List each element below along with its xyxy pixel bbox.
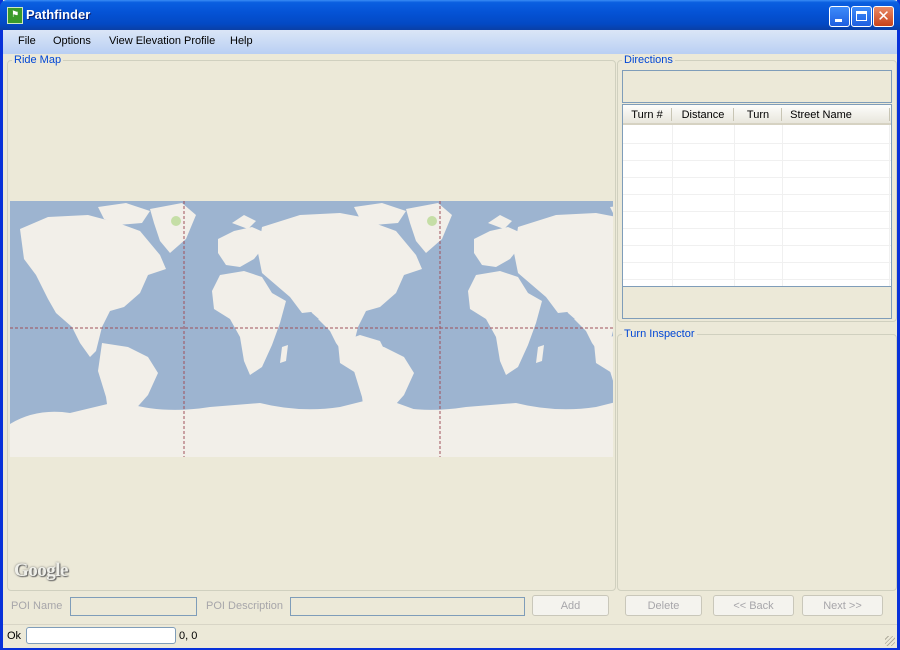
directions-table-header: Turn # Distance Turn Street Name bbox=[623, 105, 891, 125]
poi-name-input[interactable] bbox=[70, 597, 197, 616]
google-logo: Google bbox=[14, 560, 69, 581]
turn-inspector-group: Turn Inspector bbox=[617, 328, 897, 591]
table-row[interactable] bbox=[623, 161, 891, 178]
table-row[interactable] bbox=[623, 229, 891, 246]
menu-file[interactable]: File bbox=[18, 35, 36, 47]
table-row[interactable] bbox=[623, 127, 891, 144]
column-turn[interactable]: Turn bbox=[734, 109, 782, 121]
directions-detail-panel bbox=[622, 287, 892, 319]
delete-button[interactable]: Delete bbox=[625, 595, 702, 616]
table-row[interactable] bbox=[623, 246, 891, 263]
poi-description-label: POI Description bbox=[206, 600, 284, 612]
close-icon: ✕ bbox=[877, 7, 890, 25]
window-title: Pathfinder bbox=[26, 7, 91, 22]
menu-bar: File Options View Elevation Profile Help bbox=[3, 30, 897, 54]
status-text: Ok bbox=[7, 630, 22, 642]
directions-table[interactable]: Turn # Distance Turn Street Name bbox=[622, 104, 892, 287]
column-street-name[interactable]: Street Name bbox=[782, 109, 860, 121]
resize-grip-icon[interactable] bbox=[885, 636, 895, 646]
poi-description-input[interactable] bbox=[290, 597, 525, 616]
table-row[interactable] bbox=[623, 144, 891, 161]
app-window: ⚑ Pathfinder ✕ File Options View Elevati… bbox=[0, 0, 900, 650]
menu-options[interactable]: Options bbox=[53, 35, 91, 47]
maximize-button[interactable] bbox=[851, 6, 872, 27]
world-map[interactable] bbox=[10, 201, 613, 457]
minimize-icon bbox=[835, 19, 842, 22]
menu-view-elevation-profile[interactable]: View Elevation Profile bbox=[109, 35, 215, 47]
ride-map-title: Ride Map bbox=[14, 54, 62, 66]
column-distance[interactable]: Distance bbox=[672, 109, 734, 121]
world-map-image bbox=[10, 201, 613, 457]
table-row[interactable] bbox=[623, 178, 891, 195]
title-bar[interactable]: ⚑ Pathfinder ✕ bbox=[0, 0, 900, 30]
next-button[interactable]: Next >> bbox=[802, 595, 883, 616]
directions-summary-panel bbox=[622, 70, 892, 103]
table-row[interactable] bbox=[623, 263, 891, 280]
poi-name-label: POI Name bbox=[11, 600, 63, 612]
turn-inspector-title: Turn Inspector bbox=[624, 328, 695, 340]
app-map-icon: ⚑ bbox=[7, 7, 23, 24]
table-row[interactable] bbox=[623, 212, 891, 229]
directions-title: Directions bbox=[624, 54, 673, 66]
coordinate-readout: 0, 0 bbox=[179, 630, 198, 642]
add-poi-button[interactable]: Add bbox=[532, 595, 609, 616]
minimize-button[interactable] bbox=[829, 6, 850, 27]
table-row[interactable] bbox=[623, 195, 891, 212]
menu-help[interactable]: Help bbox=[230, 35, 253, 47]
maximize-icon bbox=[856, 11, 867, 21]
status-progress-field bbox=[26, 627, 176, 644]
column-turn-number[interactable]: Turn # bbox=[623, 109, 671, 121]
back-button[interactable]: << Back bbox=[713, 595, 794, 616]
close-button[interactable]: ✕ bbox=[873, 6, 894, 27]
column-separator[interactable] bbox=[889, 108, 890, 121]
status-bar: Ok 0, 0 bbox=[3, 624, 897, 648]
